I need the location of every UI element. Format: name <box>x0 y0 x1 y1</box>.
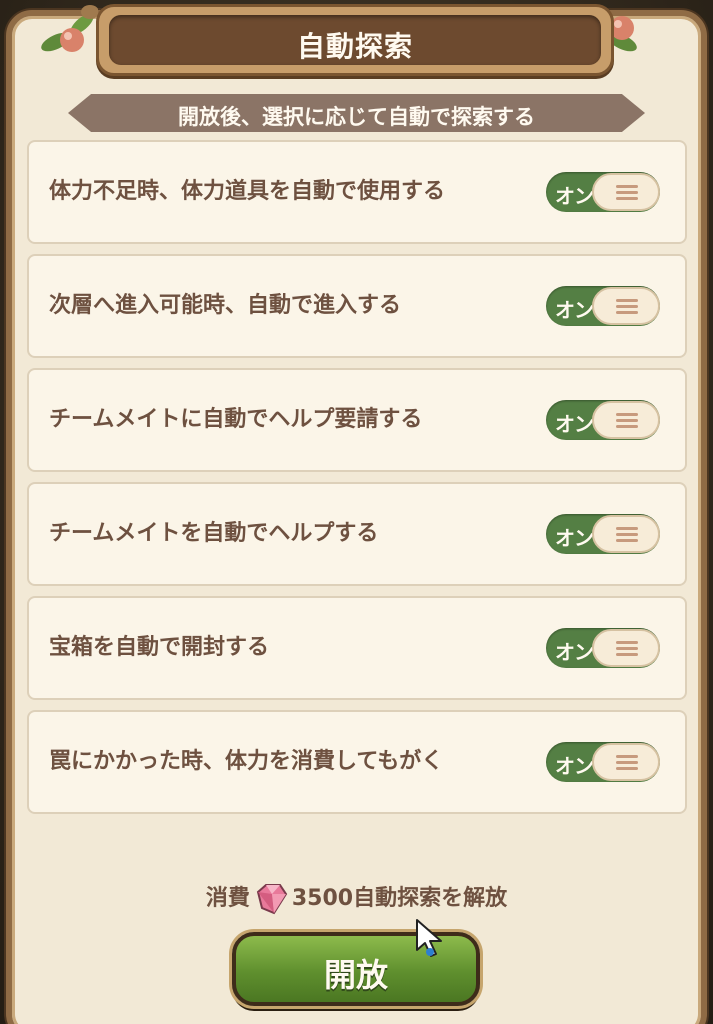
option-label: 罠にかかった時、体力を消費してもがく <box>49 749 444 774</box>
toggle-request-help[interactable]: オン <box>546 400 660 440</box>
option-label: 次層へ進入可能時、自動で進入する <box>49 293 402 318</box>
subtitle-ribbon: 開放後、選択に応じて自動で探索する <box>68 94 645 132</box>
toggle-knob[interactable] <box>592 743 660 781</box>
berry-leaf-decoration-icon <box>41 5 98 52</box>
grip-lines-icon <box>616 299 638 314</box>
dialog-title: 自動探索 <box>296 30 413 63</box>
toggle-state-text: オン <box>555 298 594 322</box>
mouse-cursor-icon <box>416 919 442 957</box>
option-label: 宝箱を自動で開封する <box>49 635 270 660</box>
cost-suffix: 自動探索を解放 <box>353 886 508 911</box>
toggle-knob[interactable] <box>592 173 660 211</box>
toggle-enter-next-floor[interactable]: オン <box>546 286 660 326</box>
grip-lines-icon <box>616 641 638 656</box>
toggle-state-text: オン <box>555 640 594 664</box>
toggle-use-stamina-item[interactable]: オン <box>546 172 660 212</box>
unlock-cost: 消費 3500自動探索を解放 <box>0 880 713 916</box>
option-row-struggle-trap: 罠にかかった時、体力を消費してもがく オン <box>27 710 687 814</box>
option-label: チームメイトに自動でヘルプ要請する <box>49 407 423 432</box>
grip-lines-icon <box>616 185 638 200</box>
grip-lines-icon <box>616 413 638 428</box>
toggle-state-text: オン <box>555 754 594 778</box>
gem-icon <box>256 884 288 915</box>
option-row-use-stamina-item: 体力不足時、体力道具を自動で使用する オン <box>27 140 687 244</box>
toggle-struggle-trap[interactable]: オン <box>546 742 660 782</box>
option-label: 体力不足時、体力道具を自動で使用する <box>49 179 446 204</box>
toggle-state-text: オン <box>555 184 594 208</box>
grip-lines-icon <box>616 527 638 542</box>
option-label: チームメイトを自動でヘルプする <box>49 521 379 546</box>
dialog-subtitle: 開放後、選択に応じて自動で探索する <box>178 105 535 129</box>
toggle-help-teammate[interactable]: オン <box>546 514 660 554</box>
option-row-open-chest: 宝箱を自動で開封する オン <box>27 596 687 700</box>
toggle-knob[interactable] <box>592 629 660 667</box>
toggle-knob[interactable] <box>592 515 660 553</box>
grip-lines-icon <box>616 755 638 770</box>
title-plaque: 自動探索 <box>96 4 614 76</box>
game-screen: 自動探索 開放後、選択に応じて自動で探索する 体力不足時、体力道具を自動で使用す… <box>0 0 713 1024</box>
option-row-request-help: チームメイトに自動でヘルプ要請する オン <box>27 368 687 472</box>
option-row-help-teammate: チームメイトを自動でヘルプする オン <box>27 482 687 586</box>
toggle-knob[interactable] <box>592 401 660 439</box>
toggle-state-text: オン <box>555 526 594 550</box>
toggle-knob[interactable] <box>592 287 660 325</box>
toggle-state-text: オン <box>555 412 594 436</box>
cost-prefix: 消費 <box>205 886 250 911</box>
toggle-open-chest[interactable]: オン <box>546 628 660 668</box>
option-row-enter-next-floor: 次層へ進入可能時、自動で進入する オン <box>27 254 687 358</box>
cost-amount: 3500 <box>291 886 354 911</box>
